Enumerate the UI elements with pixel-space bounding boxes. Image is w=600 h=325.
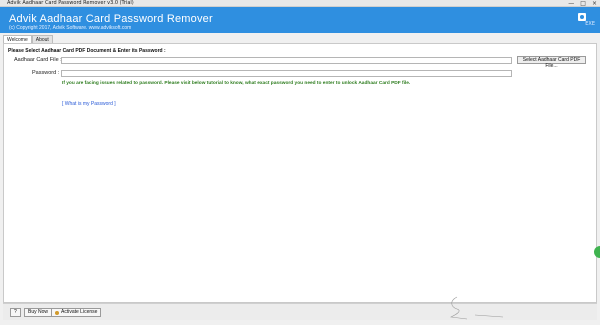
close-button[interactable]: × [592,0,597,7]
tab-about[interactable]: About [31,35,53,43]
copyright-text: (c) Copyright 2017, Advik Software. www.… [9,25,132,31]
maximize-button[interactable]: □ [580,0,586,7]
file-path-input[interactable] [61,57,512,64]
activate-license-label: Activate License [61,309,98,315]
side-help-badge[interactable] [594,246,600,258]
app-window: Advik Aadhaar Card Password Remover v3.0… [0,0,600,325]
buy-now-label: Buy Now [28,309,49,315]
bottom-toolbar: ? Buy Now Activate License [3,303,597,320]
header-banner: Advik Aadhaar Card Password Remover (c) … [0,7,600,33]
help-button[interactable]: ? [10,308,21,317]
window-controls: — □ × [568,0,597,7]
app-title: Advik Aadhaar Card Password Remover [9,13,213,25]
help-text: If you are facing issues related to pass… [62,81,411,86]
section-title: Please Select Aadhaar Card PDF Document … [8,48,166,54]
buy-now-button[interactable]: Buy Now [24,308,53,317]
signature-scribble [449,296,504,320]
key-icon [55,310,59,315]
what-is-my-password-link[interactable]: [ What is my Password ] [62,101,116,107]
welcome-panel: Please Select Aadhaar Card PDF Document … [3,43,597,303]
title-bar: Advik Aadhaar Card Password Remover v3.0… [0,0,600,7]
minimize-button[interactable]: — [568,0,574,7]
settings-icon[interactable] [578,13,586,21]
password-input[interactable] [61,70,512,77]
banner-link[interactable]: EXE [585,21,595,27]
file-label: Aadhaar Card File : [14,57,62,63]
select-file-button[interactable]: Select Aadhaar Card PDF File... [517,56,586,69]
activate-license-button[interactable]: Activate License [51,308,102,317]
help-button-label: ? [14,309,17,315]
password-label: Password : [32,70,60,76]
window-title: Advik Aadhaar Card Password Remover v3.0… [7,0,134,6]
